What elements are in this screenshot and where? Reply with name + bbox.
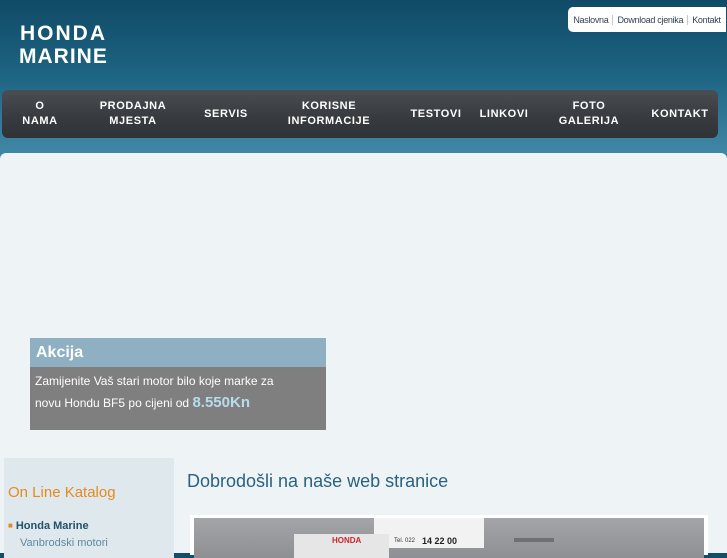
link-download-cjenika[interactable]: Download cjenika	[613, 15, 687, 25]
promo-line2: novu Hondu BF5 po cijeni od	[35, 396, 190, 410]
sidebar-item-label: Honda Marine	[15, 520, 89, 532]
nav-item-foto-galerija[interactable]: FOTO GALERIJA	[550, 90, 628, 138]
photo-image: HONDA Tel. 022 14 22 00	[194, 518, 704, 558]
sidebar-title: On Line Katalog	[8, 484, 116, 501]
sidebar: On Line Katalog ■ Honda Marine Vanbrodski…	[4, 458, 174, 558]
honda-marine-logo[interactable]: HONDA MARINE	[19, 22, 143, 66]
content-area: Akcija Zamijenite Vaš stari motor bilo k…	[0, 153, 727, 558]
main-navigation: O NAMA PRODAJNA MJESTA SERVIS KORISNE IN…	[2, 90, 718, 138]
nav-item-korisne-informacije[interactable]: KORISNE INFORMACIJE	[277, 90, 381, 138]
logo-line2: MARINE	[19, 45, 108, 66]
top-links-bar: Naslovna Download cjenika Kontakt	[568, 7, 726, 32]
sidebar-subitem-vanbrodski-motori[interactable]: Vanbrodski motori	[20, 537, 108, 549]
photo-sign-tel: Tel. 022	[394, 538, 416, 544]
photo-sign-brand: HONDA	[332, 536, 362, 545]
promo-banner[interactable]: Akcija Zamijenite Vaš stari motor bilo k…	[30, 338, 326, 430]
link-kontakt[interactable]: Kontakt	[688, 15, 724, 25]
promo-line2-wrap: novu Hondu BF5 po cijeni od 8.550Kn	[35, 392, 326, 414]
promo-price: 8.550Kn	[192, 394, 250, 411]
showroom-photo: HONDA Tel. 022 14 22 00	[190, 515, 708, 558]
promo-body: Zamijenite Vaš stari motor bilo koje mar…	[30, 367, 326, 430]
page-title: Dobrodošli na naše web stranice	[187, 471, 449, 491]
nav-item-o-nama[interactable]: O NAMA	[18, 90, 62, 138]
logo-line1: HONDA	[20, 22, 107, 45]
nav-item-linkovi[interactable]: LINKOVI	[474, 90, 534, 138]
nav-item-kontakt[interactable]: KONTAKT	[645, 90, 715, 138]
promo-title: Akcija	[30, 338, 326, 367]
bullet-icon: ■	[8, 521, 13, 530]
link-naslovna[interactable]: Naslovna	[569, 15, 612, 25]
photo-detail	[514, 538, 554, 542]
nav-item-prodajna-mjesta[interactable]: PRODAJNA MJESTA	[90, 90, 176, 138]
promo-line1: Zamijenite Vaš stari motor bilo koje mar…	[35, 374, 274, 388]
nav-item-servis[interactable]: SERVIS	[199, 90, 253, 138]
sidebar-item-honda-marine[interactable]: ■ Honda Marine	[8, 520, 89, 532]
nav-item-testovi[interactable]: TESTOVI	[404, 90, 468, 138]
